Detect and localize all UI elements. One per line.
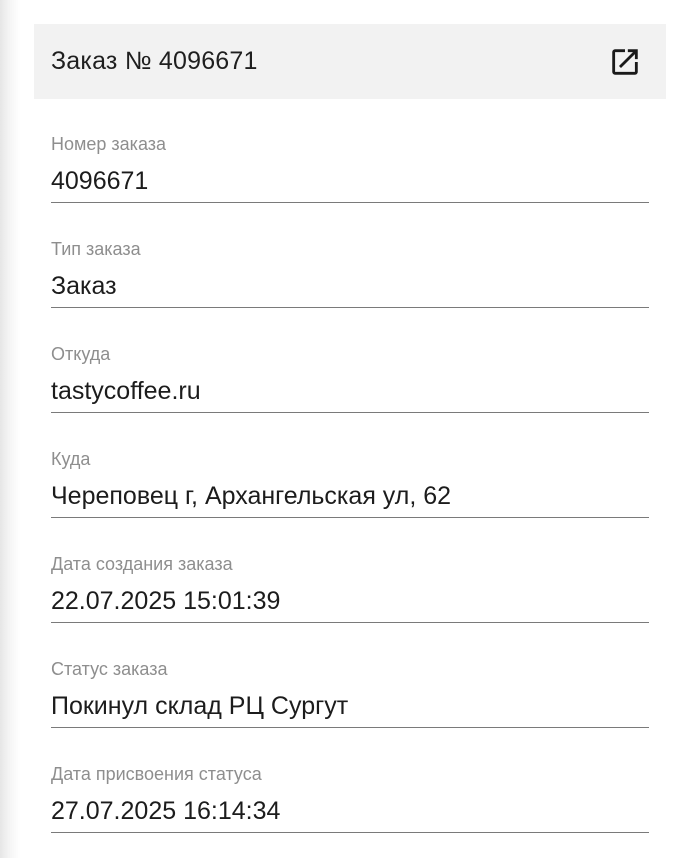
field-value: 4096671 bbox=[51, 167, 149, 195]
order-panel: Заказ № 4096671 Номер заказа 4096671 Тип… bbox=[34, 24, 666, 867]
field-underline bbox=[51, 517, 649, 518]
field-order-number: Номер заказа 4096671 bbox=[51, 132, 649, 237]
order-header: Заказ № 4096671 bbox=[34, 24, 666, 99]
order-title: Заказ № 4096671 bbox=[51, 47, 258, 75]
field-value: 22.07.2025 15:01:39 bbox=[51, 587, 281, 615]
field-underline bbox=[51, 832, 649, 833]
field-created-date: Дата создания заказа 22.07.2025 15:01:39 bbox=[51, 552, 649, 657]
field-underline bbox=[51, 307, 649, 308]
field-label: Статус заказа bbox=[51, 659, 168, 679]
left-edge-shadow bbox=[0, 0, 20, 858]
field-label: Дата присвоения статуса bbox=[51, 764, 262, 784]
field-value: Заказ bbox=[51, 272, 117, 300]
open-in-new-icon bbox=[612, 48, 638, 75]
field-value: Череповец г, Архангельская ул, 62 bbox=[51, 482, 452, 510]
field-label: Куда bbox=[51, 449, 91, 469]
order-fields: Номер заказа 4096671 Тип заказа Заказ От… bbox=[34, 132, 666, 867]
field-status-date: Дата присвоения статуса 27.07.2025 16:14… bbox=[51, 762, 649, 867]
field-underline bbox=[51, 202, 649, 203]
field-label: Откуда bbox=[51, 344, 111, 364]
field-from: Откуда tastycoffee.ru bbox=[51, 342, 649, 447]
field-underline bbox=[51, 412, 649, 413]
field-order-status: Статус заказа Покинул склад РЦ Сургут bbox=[51, 657, 649, 762]
field-value: 27.07.2025 16:14:34 bbox=[51, 797, 281, 825]
field-label: Дата создания заказа bbox=[51, 554, 233, 574]
field-underline bbox=[51, 727, 649, 728]
field-underline bbox=[51, 622, 649, 623]
field-order-type: Тип заказа Заказ bbox=[51, 237, 649, 342]
field-label: Тип заказа bbox=[51, 239, 141, 259]
open-external-button[interactable] bbox=[605, 42, 645, 82]
field-value: Покинул склад РЦ Сургут bbox=[51, 692, 349, 720]
field-to: Куда Череповец г, Архангельская ул, 62 bbox=[51, 447, 649, 552]
field-value: tastycoffee.ru bbox=[51, 377, 201, 405]
field-label: Номер заказа bbox=[51, 134, 167, 154]
